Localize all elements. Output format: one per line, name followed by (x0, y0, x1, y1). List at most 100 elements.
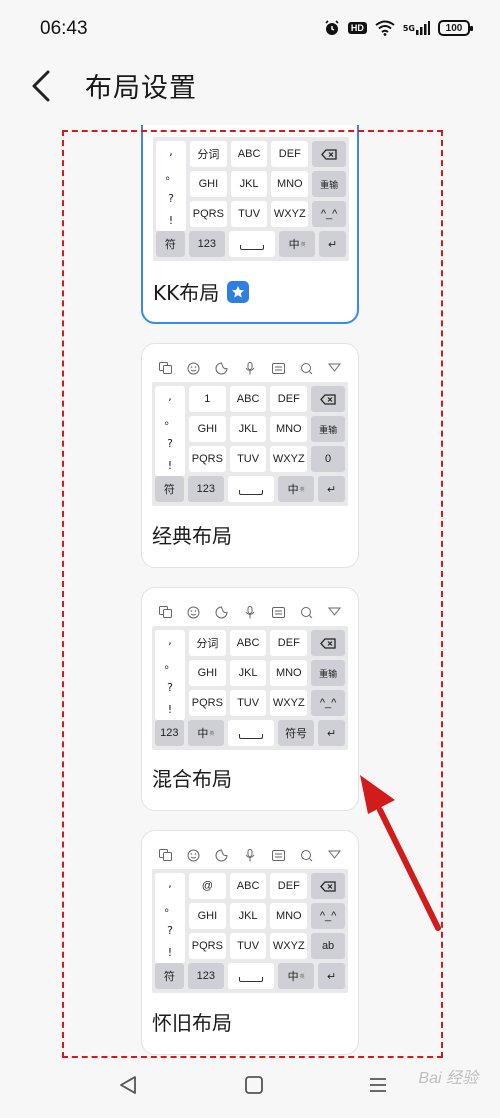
key: 分词 (190, 141, 227, 167)
annotation-arrow-icon (360, 775, 441, 931)
key: TUV (230, 201, 268, 227)
nav-menu-button[interactable] (368, 1074, 388, 1100)
punct-key: ? (168, 191, 174, 205)
key: JKL (229, 416, 267, 442)
chevron-left-icon (32, 70, 50, 102)
collapse-icon (328, 605, 342, 619)
backspace-icon (320, 637, 336, 649)
key: ABC (229, 873, 267, 899)
punct-key: , (168, 390, 172, 404)
backspace-icon (320, 393, 336, 405)
theme-icon (215, 848, 229, 862)
translate-icon (158, 605, 172, 619)
keyboard-keys: , 。 ? ! @ ABC DEF GHI JKL MNO ^_^ PQRS T… (152, 869, 348, 993)
layout-name-text: 经典布局 (152, 524, 232, 548)
collapse-icon (328, 361, 342, 375)
key: 123 (187, 476, 225, 502)
keyboard-preview: , 。 ? ! @ ABC DEF GHI JKL MNO ^_^ PQRS T… (152, 841, 348, 993)
key: DEF (270, 873, 308, 899)
emoji-icon (186, 848, 200, 862)
nav-back-button[interactable] (118, 1074, 138, 1100)
layout-card-kk[interactable]: , 。 ? ! 分词 ABC DEF GHI JKL MNO 重输 PQRS T… (141, 125, 359, 324)
keyboard-preview: , 。 ? ! 分词 ABC DEF GHI JKL MNO 重输 PQRS T… (152, 598, 348, 750)
search-icon (300, 361, 314, 375)
battery-level: 100 (445, 22, 463, 34)
punct-key: , (169, 145, 173, 159)
space-key (228, 476, 274, 502)
punct-key: ? (167, 436, 173, 450)
home-square-icon (245, 1076, 263, 1094)
punct-key: , (168, 634, 172, 648)
theme-icon (215, 361, 229, 375)
punct-key: 。 (165, 169, 177, 183)
key: ABC (229, 630, 267, 656)
space-key (228, 720, 274, 746)
backspace-key (311, 630, 345, 656)
key: 123 (155, 720, 184, 746)
key-label: 中 (287, 484, 299, 496)
backspace-key (312, 141, 346, 167)
punct-key: ! (167, 702, 173, 716)
emoji-icon (186, 361, 200, 375)
key: TUV (229, 690, 267, 716)
mic-icon (243, 605, 257, 619)
key: 中英 (278, 231, 316, 257)
key: MNO (270, 416, 308, 442)
key: TUV (229, 933, 267, 959)
punct-column: , 。 ? ! (156, 141, 186, 231)
keyboard-icon (271, 848, 285, 862)
key: 1 (189, 386, 226, 412)
network-type: 5G (402, 23, 415, 33)
key: DEF (270, 386, 308, 412)
key: JKL (229, 660, 267, 686)
enter-key: ↵ (318, 720, 345, 746)
key: TUV (229, 446, 267, 472)
emoji-icon (186, 605, 200, 619)
translate-icon (158, 848, 172, 862)
layout-card-retro[interactable]: , 。 ? ! @ ABC DEF GHI JKL MNO ^_^ PQRS T… (141, 830, 359, 1055)
watermark: Bai 经验 (418, 1070, 478, 1087)
key: DEF (271, 141, 309, 167)
keyboard-keys: , 。 ? ! 分词 ABC DEF GHI JKL MNO 重输 PQRS T… (153, 137, 349, 261)
key: JKL (229, 903, 267, 929)
space-key (229, 231, 275, 257)
key: @ (189, 873, 226, 899)
signal-icon: 5G (403, 21, 430, 35)
back-button[interactable] (28, 68, 58, 104)
enter-key: ↵ (318, 963, 345, 989)
key: ^_^ (311, 903, 345, 929)
layout-card-mixed[interactable]: , 。 ? ! 分词 ABC DEF GHI JKL MNO 重输 PQRS T… (141, 587, 359, 811)
backspace-key (311, 386, 345, 412)
mic-icon (243, 848, 257, 862)
key: GHI (189, 660, 226, 686)
header: 布局设置 (0, 60, 500, 120)
wifi-icon (375, 20, 395, 36)
key: 分词 (189, 630, 226, 656)
translate-icon (158, 361, 172, 375)
key: GHI (189, 416, 226, 442)
key: MNO (270, 903, 308, 929)
key: 123 (188, 231, 226, 257)
key: ^_^ (311, 690, 345, 716)
punct-key: , (168, 877, 172, 891)
selected-star-icon (227, 280, 250, 303)
key: ABC (230, 141, 268, 167)
layout-name-text: 怀旧布局 (152, 1011, 232, 1035)
punct-key: ? (167, 680, 173, 694)
punct-key: ? (167, 923, 173, 937)
layout-card-classic[interactable]: , 。 ? ! 1 ABC DEF GHI JKL MNO 重输 PQRS TU… (141, 343, 359, 568)
key: 符号 (277, 720, 315, 746)
key: PQRS (189, 690, 226, 716)
key: 重输 (311, 416, 345, 442)
nav-home-button[interactable] (244, 1074, 264, 1100)
punct-key: ! (167, 458, 173, 472)
menu-lines-icon (370, 1078, 386, 1092)
key: WXYZ (270, 933, 308, 959)
keyboard-toolbar (152, 598, 348, 626)
key: WXYZ (270, 446, 308, 472)
page-title: 布局设置 (85, 73, 197, 104)
mic-icon (243, 361, 257, 375)
key: 符 (155, 476, 184, 502)
key-label: 中 (288, 239, 300, 251)
punct-key: ! (167, 945, 173, 959)
